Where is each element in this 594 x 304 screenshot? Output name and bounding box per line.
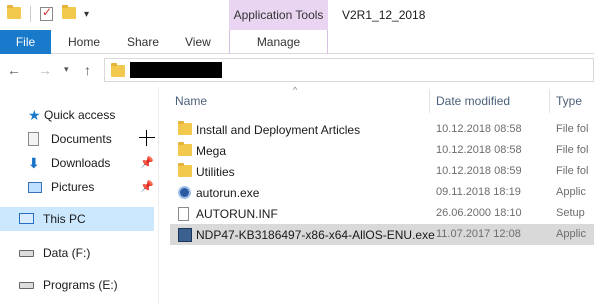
folder-icon (178, 142, 192, 158)
toolbar-separator (30, 6, 31, 22)
recent-locations-dropdown-icon[interactable]: ▾ (64, 64, 69, 75)
sidebar-item-label: Quick access (44, 108, 116, 122)
sidebar-item-label: Programs (E:) (43, 278, 118, 292)
sidebar-item-programs-e[interactable]: Programs (E:) (0, 273, 154, 297)
file-name: autorun.exe (196, 186, 260, 200)
sidebar-item-quick-access[interactable]: ★ Quick access (0, 103, 154, 127)
properties-icon[interactable] (40, 5, 54, 21)
column-header-date-modified[interactable]: Date modified (436, 87, 510, 115)
application-tools-label: Application Tools (233, 8, 324, 22)
file-date: 11.07.2017 12:08 (436, 228, 521, 240)
file-type: File fol (556, 123, 589, 135)
new-folder-icon[interactable] (62, 5, 76, 21)
file-date: 10.12.2018 08:58 (436, 144, 522, 156)
sidebar-item-downloads[interactable]: ⬇ Downloads 📌 (0, 151, 154, 175)
column-header-name[interactable]: Name (175, 87, 207, 115)
sort-ascending-icon: ^ (293, 85, 298, 95)
tab-file-label: File (15, 35, 36, 49)
file-row[interactable]: Mega 10.12.2018 08:58 File fol (170, 140, 594, 161)
tab-view[interactable]: View (185, 30, 211, 54)
column-divider[interactable] (429, 89, 430, 113)
file-row[interactable]: AUTORUN.INF 26.06.2000 18:10 Setup (170, 203, 594, 224)
file-name: Utilities (196, 165, 235, 179)
window-title: V2R1_12_2018 (342, 8, 426, 22)
sidebar-item-label: Downloads (51, 156, 111, 170)
pin-icon[interactable]: 📌 (140, 180, 154, 193)
file-name: AUTORUN.INF (196, 207, 278, 221)
star-icon: ★ (28, 107, 41, 123)
file-type: Setup (556, 207, 585, 219)
exe-icon (178, 186, 192, 200)
navigation-pane: ★ Quick access Documents ⬇ Downloads 📌 P… (0, 87, 158, 304)
sidebar-item-data-f[interactable]: Data (F:) (0, 241, 154, 265)
address-bar[interactable] (104, 58, 594, 82)
back-arrow-icon[interactable]: ← (7, 62, 21, 78)
file-name: NDP47-KB3186497-x86-x64-AllOS-ENU.exe (196, 228, 435, 242)
ribbon-tabs: File Home Share View Manage (0, 30, 594, 54)
pictures-icon (28, 180, 42, 194)
customize-quick-access-dropdown-icon[interactable]: ▾ (84, 9, 98, 23)
file-date: 26.06.2000 18:10 (436, 207, 522, 219)
computer-icon (19, 212, 34, 226)
file-row[interactable]: Utilities 10.12.2018 08:59 File fol (170, 161, 594, 182)
title-bar: ▾ Application Tools V2R1_12_2018 (0, 0, 594, 30)
folder-icon (178, 121, 192, 137)
file-type: Applic (556, 186, 586, 198)
file-date: 09.11.2018 18:19 (436, 186, 521, 198)
navigation-bar: ← → ▾ ↑ (0, 54, 594, 87)
setup-exe-icon (178, 228, 192, 242)
sidebar-item-label: Pictures (51, 180, 95, 194)
sidebar-item-documents[interactable]: Documents (0, 127, 154, 151)
mouse-cursor-icon (139, 130, 155, 146)
tab-manage[interactable]: Manage (229, 30, 328, 54)
file-name: Install and Deployment Articles (196, 123, 361, 137)
tab-share[interactable]: Share (127, 30, 159, 54)
file-type: Applic (556, 228, 586, 240)
pin-icon[interactable]: 📌 (140, 156, 154, 169)
tab-home[interactable]: Home (68, 30, 100, 54)
column-divider[interactable] (549, 89, 550, 113)
file-date: 10.12.2018 08:58 (436, 123, 522, 135)
drive-icon (19, 278, 34, 292)
redacted-path (130, 62, 222, 78)
folder-icon (111, 63, 125, 80)
sidebar-item-pictures[interactable]: Pictures 📌 (0, 175, 154, 199)
sidebar-item-label: This PC (43, 212, 86, 226)
inf-file-icon (178, 207, 192, 221)
file-row[interactable]: Install and Deployment Articles 10.12.20… (170, 119, 594, 140)
file-row[interactable]: autorun.exe 09.11.2018 18:19 Applic (170, 182, 594, 203)
folder-icon[interactable] (7, 5, 21, 21)
file-row-selected[interactable]: NDP47-KB3186497-x86-x64-AllOS-ENU.exe 11… (170, 224, 594, 245)
documents-icon (28, 132, 42, 146)
sidebar-item-this-pc[interactable]: This PC (0, 207, 154, 231)
column-header-type[interactable]: Type (556, 87, 582, 115)
file-type: File fol (556, 165, 589, 177)
file-name: Mega (196, 144, 227, 158)
drive-icon (19, 246, 34, 260)
tab-file[interactable]: File (0, 30, 51, 54)
sidebar-item-label: Documents (51, 132, 112, 146)
folder-icon (178, 163, 192, 179)
sidebar-item-label: Data (F:) (43, 246, 91, 260)
file-type: File fol (556, 144, 589, 156)
file-date: 10.12.2018 08:59 (436, 165, 522, 177)
file-list: ^ Name Date modified Type Install and De… (159, 85, 594, 304)
forward-arrow-icon[interactable]: → (38, 62, 52, 78)
downloads-icon: ⬇ (28, 155, 40, 171)
application-tools-tab-group: Application Tools (229, 0, 328, 30)
up-arrow-icon[interactable]: ↑ (84, 62, 91, 78)
